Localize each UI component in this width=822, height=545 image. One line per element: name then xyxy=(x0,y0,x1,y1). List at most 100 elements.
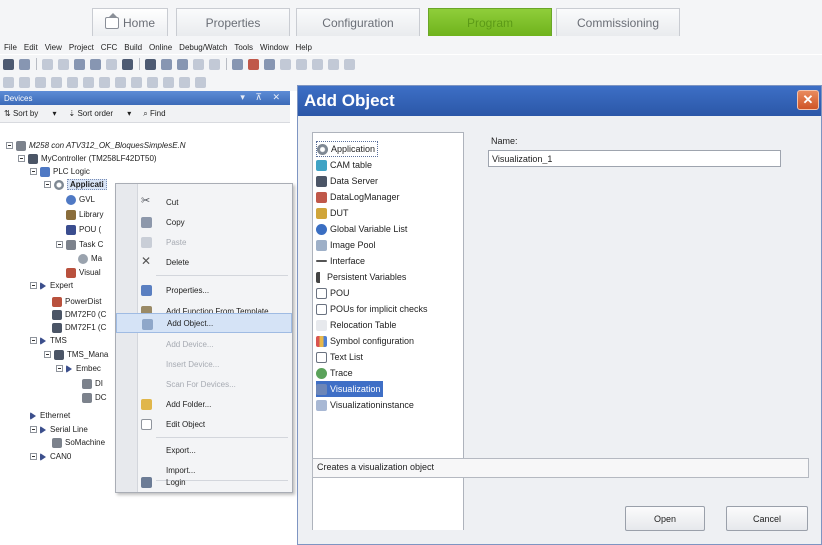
menu-file[interactable]: File xyxy=(4,43,17,52)
tab-home[interactable]: Home xyxy=(92,8,168,36)
stop-icon[interactable] xyxy=(280,58,291,70)
tab-configuration[interactable]: Configuration xyxy=(296,8,420,36)
find-button[interactable]: ⌕ Find xyxy=(143,109,177,119)
menu-item-login[interactable]: Login xyxy=(116,472,292,492)
object-type-text-list[interactable]: Text List xyxy=(316,349,363,365)
collapse-icon[interactable] xyxy=(30,337,37,344)
uncomment-icon[interactable] xyxy=(179,76,190,88)
login-toolbar-icon[interactable] xyxy=(232,58,243,70)
build-icon[interactable] xyxy=(177,58,188,70)
outdent-icon[interactable] xyxy=(83,76,94,88)
nav-forward-icon[interactable] xyxy=(19,76,30,88)
collapse-icon[interactable] xyxy=(56,241,63,248)
collapse-icon[interactable] xyxy=(30,282,37,289)
tree-item-dc[interactable]: DC xyxy=(82,391,107,404)
menu-edit[interactable]: Edit xyxy=(24,43,38,52)
object-type-pou[interactable]: POU xyxy=(316,285,350,301)
paste-icon[interactable] xyxy=(106,58,117,70)
replace-icon[interactable] xyxy=(161,58,172,70)
object-type-pou-implicit-checks[interactable]: POUs for implicit checks xyxy=(316,301,428,317)
menu-item-cut[interactable]: ✂ Cut xyxy=(116,192,292,212)
object-type-data-server[interactable]: Data Server xyxy=(316,173,378,189)
start-icon[interactable] xyxy=(264,58,275,70)
nav-last-icon[interactable] xyxy=(51,76,62,88)
zoom-icon[interactable] xyxy=(195,76,206,88)
object-type-image-pool[interactable]: Image Pool xyxy=(316,237,376,253)
tree-item-dm72f0[interactable]: DM72F0 (C xyxy=(52,308,106,321)
rebuild-icon[interactable] xyxy=(193,58,204,70)
tree-item-di[interactable]: DI xyxy=(82,377,103,390)
tree-item-main-task[interactable]: Ma xyxy=(78,252,102,265)
prev-bookmark-icon[interactable] xyxy=(131,76,142,88)
reset-icon[interactable] xyxy=(296,58,307,70)
menu-item-add-folder[interactable]: Add Folder... xyxy=(116,394,292,414)
tree-item-expert[interactable]: Expert xyxy=(30,279,73,292)
menu-item-delete[interactable]: ✕ Delete xyxy=(116,252,292,272)
print-icon[interactable] xyxy=(19,58,30,70)
nav-first-icon[interactable] xyxy=(35,76,46,88)
menu-tools[interactable]: Tools xyxy=(234,43,253,52)
tree-item-visualization[interactable]: Visual xyxy=(66,266,101,279)
cancel-button[interactable]: Cancel xyxy=(726,506,808,531)
menu-build[interactable]: Build xyxy=(124,43,142,52)
object-type-cam-table[interactable]: CAM table xyxy=(316,157,372,173)
tab-commissioning[interactable]: Commissioning xyxy=(556,8,680,36)
tree-item-plc-logic[interactable]: PLC Logic xyxy=(30,165,90,178)
collapse-icon[interactable] xyxy=(18,155,25,162)
tree-item-powerdist[interactable]: PowerDist xyxy=(52,295,101,308)
object-type-visualizationinstance[interactable]: Visualizationinstance xyxy=(316,397,414,413)
menu-online[interactable]: Online xyxy=(149,43,172,52)
tree-item-project[interactable]: M258 con ATV312_OK_BloquesSimplesE.N xyxy=(6,139,186,152)
tab-program[interactable]: Program xyxy=(428,8,552,36)
object-type-datalogmanager[interactable]: DataLogManager xyxy=(316,189,400,205)
menu-item-scan-for-devices[interactable]: Scan For Devices... xyxy=(116,374,292,394)
tree-item-library[interactable]: Library xyxy=(66,208,103,221)
next-bookmark-icon[interactable] xyxy=(115,76,126,88)
menu-project[interactable]: Project xyxy=(69,43,94,52)
delete-icon[interactable] xyxy=(122,58,133,70)
tree-item-tms[interactable]: TMS xyxy=(30,334,67,347)
clean-icon[interactable] xyxy=(209,58,220,70)
object-type-relocation-table[interactable]: Relocation Table xyxy=(316,317,396,333)
bookmark-icon[interactable] xyxy=(99,76,110,88)
tree-item-task-config[interactable]: Task C xyxy=(56,238,103,251)
object-type-persistent-variables[interactable]: Persistent Variables xyxy=(316,269,406,285)
menu-item-paste[interactable]: Paste xyxy=(116,232,292,252)
menu-item-add-object[interactable]: Add Object... xyxy=(116,313,292,333)
collapse-icon[interactable] xyxy=(44,351,51,358)
tree-item-embedded[interactable]: Embec xyxy=(56,362,101,375)
tree-item-application[interactable]: Applicati xyxy=(44,178,107,191)
menu-item-export[interactable]: Export... xyxy=(116,440,292,460)
close-icon[interactable]: ✕ xyxy=(797,90,819,110)
tree-item-pou[interactable]: POU ( xyxy=(66,223,101,236)
name-input[interactable] xyxy=(488,150,781,167)
pane-controls[interactable]: ▾ ⊼ ✕ xyxy=(240,92,284,103)
collapse-icon[interactable] xyxy=(30,168,37,175)
collapse-icon[interactable] xyxy=(44,181,51,188)
find-icon[interactable] xyxy=(145,58,156,70)
nav-back-icon[interactable] xyxy=(3,76,14,88)
menu-item-insert-device[interactable]: Insert Device... xyxy=(116,354,292,374)
copy-icon[interactable] xyxy=(90,58,101,70)
clear-bookmarks-icon[interactable] xyxy=(147,76,158,88)
collapse-icon[interactable] xyxy=(56,365,63,372)
tree-item-gvl[interactable]: GVL xyxy=(66,193,95,206)
redo-icon[interactable] xyxy=(58,58,69,70)
open-button[interactable]: Open xyxy=(625,506,705,531)
object-type-gvl[interactable]: Global Variable List xyxy=(316,221,407,237)
sort-order-button[interactable]: ⇣ Sort order ▾ xyxy=(69,109,132,118)
step-out-icon[interactable] xyxy=(344,58,355,70)
menu-debug-watch[interactable]: Debug/Watch xyxy=(179,43,227,52)
menu-item-edit-object[interactable]: Edit Object xyxy=(116,414,292,434)
object-type-trace[interactable]: Trace xyxy=(316,365,353,381)
tree-item-ethernet[interactable]: Ethernet xyxy=(30,409,70,422)
menu-view[interactable]: View xyxy=(45,43,62,52)
tree-item-dm72f1[interactable]: DM72F1 (C xyxy=(52,321,106,334)
logout-toolbar-icon[interactable] xyxy=(248,58,259,70)
sort-by-button[interactable]: ⇅ Sort by ▾ xyxy=(4,109,57,118)
menu-help[interactable]: Help xyxy=(295,43,311,52)
collapse-icon[interactable] xyxy=(30,453,37,460)
object-type-visualization[interactable]: Visualization xyxy=(316,381,384,397)
collapse-icon[interactable] xyxy=(6,142,13,149)
undo-icon[interactable] xyxy=(42,58,53,70)
